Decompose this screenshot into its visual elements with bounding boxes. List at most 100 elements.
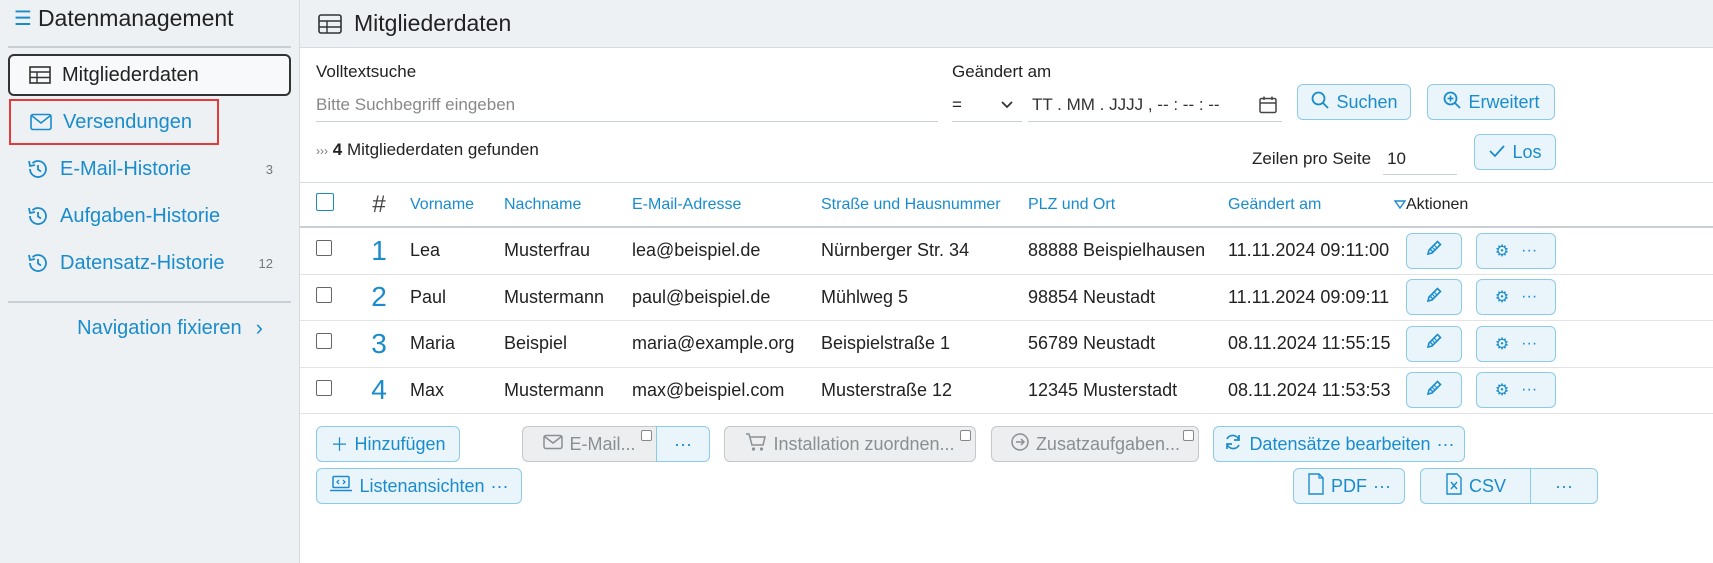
install-assign-button[interactable]: Installation zuordnen... [724, 426, 976, 462]
settings-button[interactable]: ⚙ ··· [1476, 279, 1556, 316]
edit-button[interactable] [1406, 279, 1462, 316]
cell-strasse: Mühlweg 5 [821, 286, 909, 307]
cell-strasse: Beispielstraße 1 [821, 333, 951, 354]
checkbox-icon [1183, 430, 1194, 441]
row-number[interactable]: 4 [348, 374, 410, 406]
chevron-right-icon: › [255, 315, 263, 340]
column-header-strasse[interactable]: Straße und Hausnummer [821, 196, 1028, 214]
settings-button[interactable]: ⚙ ··· [1476, 232, 1556, 269]
pdf-label: PDF [1331, 475, 1367, 496]
search-input[interactable]: Bitte Suchbegriff eingeben [316, 90, 938, 122]
edit-button[interactable] [1406, 325, 1462, 362]
add-button[interactable]: ＋ Hinzufügen [316, 426, 460, 462]
search-button[interactable]: Suchen [1297, 84, 1411, 120]
table-row: 1 Lea Musterfrau lea@beispiel.de Nürnber… [300, 228, 1713, 275]
cell-geaendert: 11.11.2024 09:11:00 [1228, 240, 1390, 261]
date-operator-value: = [952, 95, 962, 114]
list-views-button[interactable]: Listenansichten ··· [316, 468, 522, 504]
extra-tasks-button[interactable]: Zusatzaufgaben... [991, 426, 1199, 462]
extra-tasks-label: Zusatzaufgaben... [1035, 433, 1181, 454]
email-button[interactable]: E-Mail... [522, 426, 656, 462]
cell-strasse: Nürnberger Str. 34 [821, 240, 970, 261]
more-icon: ··· [1521, 381, 1538, 399]
main-content: Mitgliederdaten Volltextsuche Bitte Such… [300, 0, 1713, 563]
table-row: 2 Paul Mustermann paul@beispiel.de Mühlw… [300, 275, 1713, 321]
calendar-icon[interactable] [1258, 95, 1278, 121]
go-button[interactable]: Los [1474, 134, 1556, 170]
results-count: ››› 4 Mitgliederdaten gefunden [316, 140, 539, 160]
column-header-plz[interactable]: PLZ und Ort [1028, 196, 1228, 214]
cell-nachname: Mustermann [504, 379, 605, 400]
table-row: 3 Maria Beispiel maria@example.org Beisp… [300, 321, 1713, 368]
sidebar-item-label: E-Mail-Historie [60, 157, 192, 180]
pencil-icon [1425, 379, 1443, 402]
column-header-geaendert[interactable]: Geändert am [1228, 195, 1407, 214]
column-header-vorname[interactable]: Vorname [410, 196, 504, 214]
cell-strasse: Musterstraße 12 [821, 379, 953, 400]
pdf-export-button[interactable]: PDF ··· [1293, 468, 1405, 504]
row-number[interactable]: 2 [348, 281, 410, 313]
sidebar-item-mitgliederdaten[interactable]: Mitgliederdaten [8, 54, 291, 96]
rows-per-page-input[interactable]: 10 [1383, 143, 1458, 175]
settings-button[interactable]: ⚙ ··· [1476, 372, 1556, 409]
more-icon: ··· [1521, 288, 1538, 306]
edit-button[interactable] [1406, 232, 1462, 269]
column-header-email[interactable]: E-Mail-Adresse [632, 196, 821, 214]
column-header-nachname[interactable]: Nachname [504, 196, 632, 214]
checkbox-icon [641, 430, 652, 441]
cell-nachname: Musterfrau [504, 240, 591, 261]
cell-plz: 56789 Neustadt [1028, 333, 1156, 354]
date-placeholder: TT . MM . JJJJ , -- : -- : -- [1032, 95, 1220, 114]
date-input[interactable]: TT . MM . JJJJ , -- : -- : -- [1028, 90, 1282, 122]
export-more-button[interactable]: ··· [1530, 468, 1598, 504]
row-checkbox[interactable] [316, 240, 332, 257]
add-button-label: Hinzufügen [354, 433, 446, 454]
cell-plz: 12345 Musterstadt [1028, 379, 1178, 400]
install-button-label: Installation zuordnen... [773, 433, 955, 454]
advanced-search-button[interactable]: Erweitert [1427, 84, 1555, 120]
date-operator-select[interactable]: = [952, 90, 1022, 122]
page-title: Mitgliederdaten [354, 10, 512, 36]
gear-icon: ⚙ [1494, 335, 1510, 353]
count-badge: 12 [258, 255, 273, 271]
history-icon [26, 204, 50, 228]
column-header-geaendert-label: Geändert am [1228, 195, 1322, 213]
list-views-label: Listenansichten [359, 475, 485, 496]
edit-records-label: Datensätze bearbeiten [1249, 433, 1431, 454]
email-split-button: E-Mail... ··· [522, 426, 710, 462]
pencil-icon [1425, 239, 1443, 262]
sidebar-item-aufgaben-historie[interactable]: Aufgaben-Historie [8, 195, 291, 237]
sidebar-item-email-historie[interactable]: E-Mail-Historie 3 [8, 148, 291, 190]
select-all-checkbox[interactable] [316, 193, 334, 211]
navigation-fix-button[interactable]: Navigation fixieren › [0, 303, 299, 353]
row-checkbox[interactable] [316, 333, 332, 350]
csv-export-button[interactable]: CSV [1420, 468, 1530, 504]
plus-icon: ＋ [330, 435, 349, 455]
advanced-button-label: Erweitert [1468, 91, 1540, 112]
hamburger-menu-icon[interactable]: ☰ [14, 6, 32, 31]
sidebar: ☰ Datenmanagement Mitgliederdaten Versen… [0, 0, 300, 563]
row-checkbox[interactable] [316, 379, 332, 396]
sort-desc-icon[interactable] [1393, 198, 1407, 212]
edit-records-button[interactable]: Datensätze bearbeiten ··· [1213, 426, 1465, 462]
sidebar-item-datensatz-historie[interactable]: Datensatz-Historie 12 [8, 242, 291, 284]
results-number: 4 [332, 140, 343, 159]
row-checkbox[interactable] [316, 286, 332, 303]
settings-button[interactable]: ⚙ ··· [1476, 325, 1556, 362]
email-more-button[interactable]: ··· [656, 426, 710, 462]
email-button-label: E-Mail... [569, 433, 636, 454]
sidebar-item-label: Mitgliederdaten [62, 63, 199, 86]
cell-nachname: Beispiel [504, 333, 568, 354]
row-number[interactable]: 1 [348, 235, 410, 267]
cart-icon [745, 432, 767, 457]
row-number[interactable]: 3 [348, 328, 410, 360]
edit-button[interactable] [1406, 372, 1462, 409]
sidebar-title: Datenmanagement [37, 4, 234, 31]
gear-icon: ⚙ [1494, 242, 1510, 260]
csv-label: CSV [1468, 475, 1506, 496]
arrows-icon: ››› [316, 144, 328, 158]
cell-vorname: Paul [410, 286, 447, 307]
sidebar-item-versendungen[interactable]: Versendungen [9, 99, 219, 145]
envelope-icon [29, 110, 53, 134]
check-icon [1488, 142, 1506, 163]
